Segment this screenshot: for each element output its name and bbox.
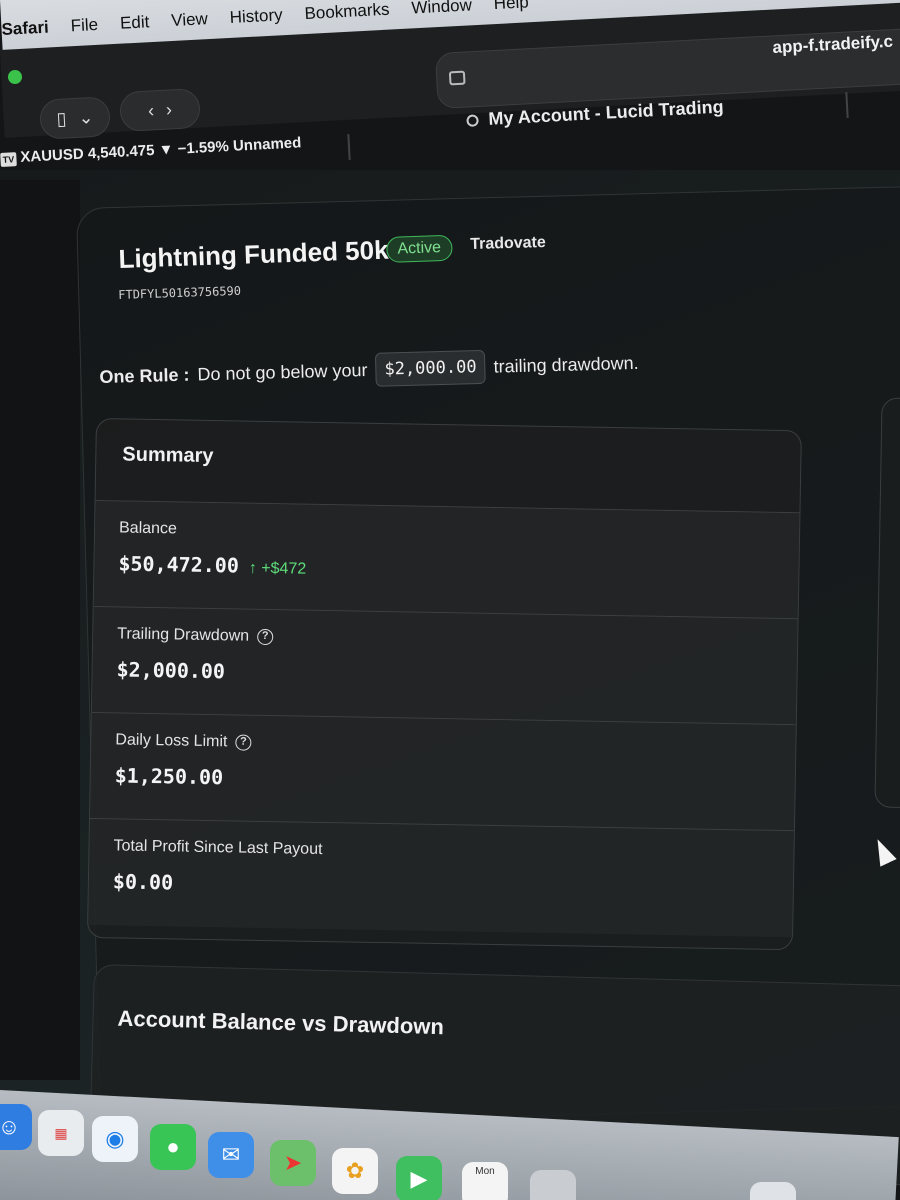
facetime-icon[interactable]: ▶ xyxy=(396,1156,442,1200)
summary-header: Summary xyxy=(95,419,801,514)
balance-delta: ↑ +$472 xyxy=(248,559,307,578)
help-icon[interactable]: ? xyxy=(256,628,274,646)
balance-label: Balance xyxy=(118,519,178,538)
status-badge: Active xyxy=(386,234,453,263)
maps-icon[interactable]: ➤ xyxy=(270,1140,316,1186)
safari-icon[interactable]: ◉ xyxy=(92,1116,138,1162)
summary-card: Summary Balance $50,472.00 ↑ +$472 Trail… xyxy=(86,418,802,951)
calendar-icon[interactable]: Mon xyxy=(462,1162,508,1200)
rule-prefix: Do not go below your xyxy=(197,359,368,384)
messages-icon[interactable]: ● xyxy=(150,1124,196,1170)
daily-loss-row: Daily Loss Limit ? $1,250.00 xyxy=(90,712,796,832)
help-icon[interactable]: ? xyxy=(235,734,252,751)
finder-icon[interactable]: ☺ xyxy=(0,1104,32,1150)
account-id: FTDFYL50163756590 xyxy=(118,283,242,302)
platform-label: Tradovate xyxy=(470,234,547,253)
profit-label: Total Profit Since Last Payout xyxy=(113,837,323,859)
rule-amount: $2,000.00 xyxy=(375,349,487,387)
launchpad-icon[interactable]: ▦ xyxy=(38,1110,84,1156)
rule-label: One Rule : xyxy=(99,364,190,387)
one-rule: One Rule : Do not go below your $2,000.0… xyxy=(99,346,639,394)
balance-value: $50,472.00 xyxy=(118,551,240,578)
trailing-drawdown-value: $2,000.00 xyxy=(116,657,226,684)
rule-suffix: trailing drawdown. xyxy=(493,352,639,377)
balance-value-line: $50,472.00 ↑ +$472 xyxy=(118,551,774,586)
daily-loss-label: Daily Loss Limit xyxy=(115,731,228,751)
app-icon[interactable] xyxy=(530,1170,576,1200)
account-title: Lightning Funded 50k xyxy=(118,234,389,274)
calendar-day-label: Mon xyxy=(475,1166,495,1177)
app-icon[interactable] xyxy=(750,1182,796,1200)
balance-row: Balance $50,472.00 ↑ +$472 xyxy=(93,501,800,620)
photos-icon[interactable]: ✿ xyxy=(332,1148,378,1194)
daily-loss-value: $1,250.00 xyxy=(114,763,224,790)
trailing-drawdown-label: Trailing Drawdown xyxy=(117,625,250,645)
balance-chart-title: Account Balance vs Drawdown xyxy=(117,1005,445,1040)
summary-title: Summary xyxy=(122,443,214,468)
dock-icons: ☺ ▦ ◉ ● ✉ ➤ ✿ ▶ Mon xyxy=(0,1102,900,1200)
profit-value: $0.00 xyxy=(112,869,174,895)
mail-icon[interactable]: ✉ xyxy=(208,1132,254,1178)
trailing-drawdown-label-line: Trailing Drawdown ? xyxy=(117,625,773,654)
daily-loss-label-line: Daily Loss Limit ? xyxy=(115,731,771,760)
profit-row: Total Profit Since Last Payout $0.00 xyxy=(88,818,794,938)
trailing-drawdown-row: Trailing Drawdown ? $2,000.00 xyxy=(91,606,798,726)
